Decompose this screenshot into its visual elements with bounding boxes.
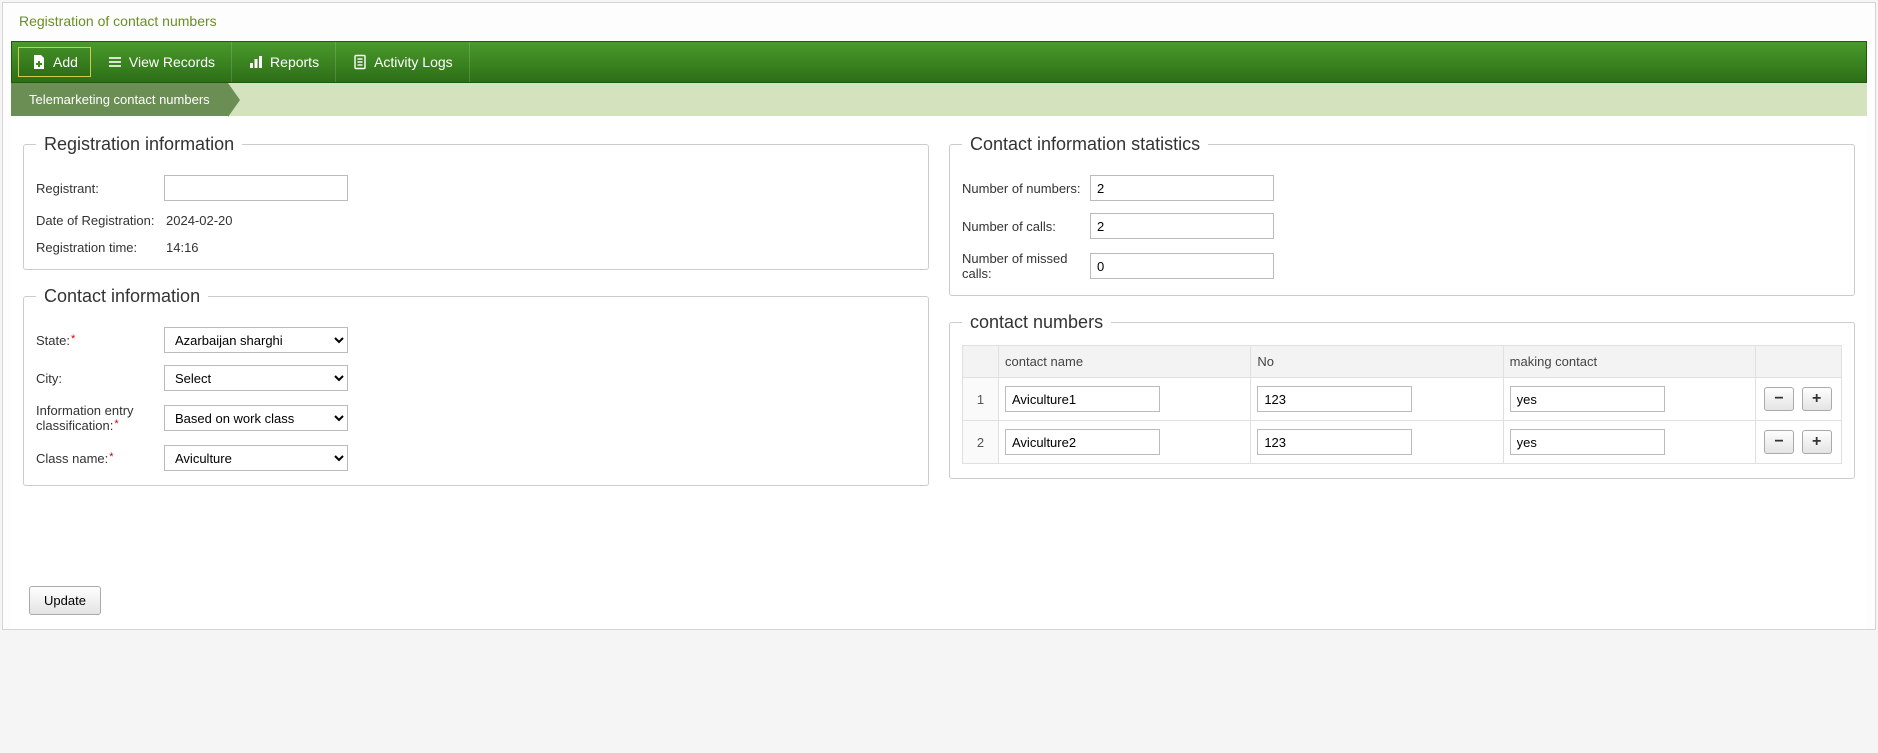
class-name-label: Class name:*	[36, 451, 164, 466]
num-numbers-field[interactable]	[1090, 175, 1274, 201]
minus-icon: −	[1774, 434, 1783, 450]
row-index: 1	[963, 378, 999, 421]
classification-label: Information entry classification:*	[36, 403, 164, 433]
toolbar-label: Reports	[270, 54, 319, 70]
state-select[interactable]: Azarbaijan sharghi	[164, 327, 348, 353]
contact-no-field[interactable]	[1257, 429, 1412, 455]
remove-row-button[interactable]: −	[1764, 387, 1794, 411]
contact-no-field[interactable]	[1257, 386, 1412, 412]
contact-numbers-fieldset: contact numbers contact name No making c…	[949, 312, 1855, 479]
remove-row-button[interactable]: −	[1764, 430, 1794, 454]
activity-logs-button[interactable]: Activity Logs	[336, 42, 470, 82]
table-row: 2 − +	[963, 421, 1842, 464]
making-contact-field[interactable]	[1510, 429, 1665, 455]
registration-time-label: Registration time:	[36, 240, 164, 255]
plus-icon: +	[1812, 391, 1821, 407]
making-contact-field[interactable]	[1510, 386, 1665, 412]
file-plus-icon	[31, 54, 47, 70]
state-label: State:*	[36, 333, 164, 348]
required-marker: *	[71, 333, 75, 345]
reports-button[interactable]: Reports	[232, 42, 336, 82]
registration-date-value: 2024-02-20	[164, 213, 233, 228]
list-icon	[107, 54, 123, 70]
required-marker: *	[114, 418, 118, 430]
registration-time-value: 14:16	[164, 240, 199, 255]
fieldset-legend: Registration information	[36, 134, 242, 155]
statistics-fieldset: Contact information statistics Number of…	[949, 134, 1855, 296]
bar-chart-icon	[248, 54, 264, 70]
breadcrumb: Telemarketing contact numbers	[11, 83, 1867, 116]
add-button[interactable]: Add	[18, 47, 91, 77]
num-missed-field[interactable]	[1090, 253, 1274, 279]
add-row-button[interactable]: +	[1802, 387, 1832, 411]
document-icon	[352, 54, 368, 70]
registration-date-label: Date of Registration:	[36, 213, 164, 228]
registrant-label: Registrant:	[36, 181, 164, 196]
footer-actions: Update	[11, 586, 1867, 629]
contact-name-field[interactable]	[1005, 429, 1160, 455]
registration-information-fieldset: Registration information Registrant: Dat…	[23, 134, 929, 270]
toolbar-label: Activity Logs	[374, 54, 453, 70]
fieldset-legend: Contact information	[36, 286, 208, 307]
num-calls-label: Number of calls:	[962, 219, 1090, 234]
num-missed-label: Number of missed calls:	[962, 251, 1090, 281]
minus-icon: −	[1774, 391, 1783, 407]
num-calls-field[interactable]	[1090, 213, 1274, 239]
table-row: 1 − +	[963, 378, 1842, 421]
fieldset-legend: contact numbers	[962, 312, 1111, 333]
city-label: City:	[36, 371, 164, 386]
fieldset-legend: Contact information statistics	[962, 134, 1208, 155]
contact-numbers-table: contact name No making contact 1	[962, 345, 1842, 464]
plus-icon: +	[1812, 434, 1821, 450]
breadcrumb-current: Telemarketing contact numbers	[11, 83, 228, 116]
view-records-button[interactable]: View Records	[91, 42, 232, 82]
col-no: No	[1251, 346, 1503, 378]
toolbar-label: Add	[53, 54, 78, 70]
update-button[interactable]: Update	[29, 586, 101, 615]
row-index: 2	[963, 421, 999, 464]
class-name-select[interactable]: Aviculture	[164, 445, 348, 471]
add-row-button[interactable]: +	[1802, 430, 1832, 454]
toolbar-label: View Records	[129, 54, 215, 70]
contact-name-field[interactable]	[1005, 386, 1160, 412]
toolbar: Add View Records Reports Activity Logs	[11, 41, 1867, 83]
num-numbers-label: Number of numbers:	[962, 181, 1090, 196]
registrant-field[interactable]	[164, 175, 348, 201]
contact-information-fieldset: Contact information State:* Azarbaijan s…	[23, 286, 929, 486]
col-making-contact: making contact	[1503, 346, 1755, 378]
city-select[interactable]: Select	[164, 365, 348, 391]
page-title: Registration of contact numbers	[3, 3, 1875, 35]
classification-select[interactable]: Based on work class	[164, 405, 348, 431]
col-contact-name: contact name	[999, 346, 1251, 378]
required-marker: *	[109, 451, 113, 463]
